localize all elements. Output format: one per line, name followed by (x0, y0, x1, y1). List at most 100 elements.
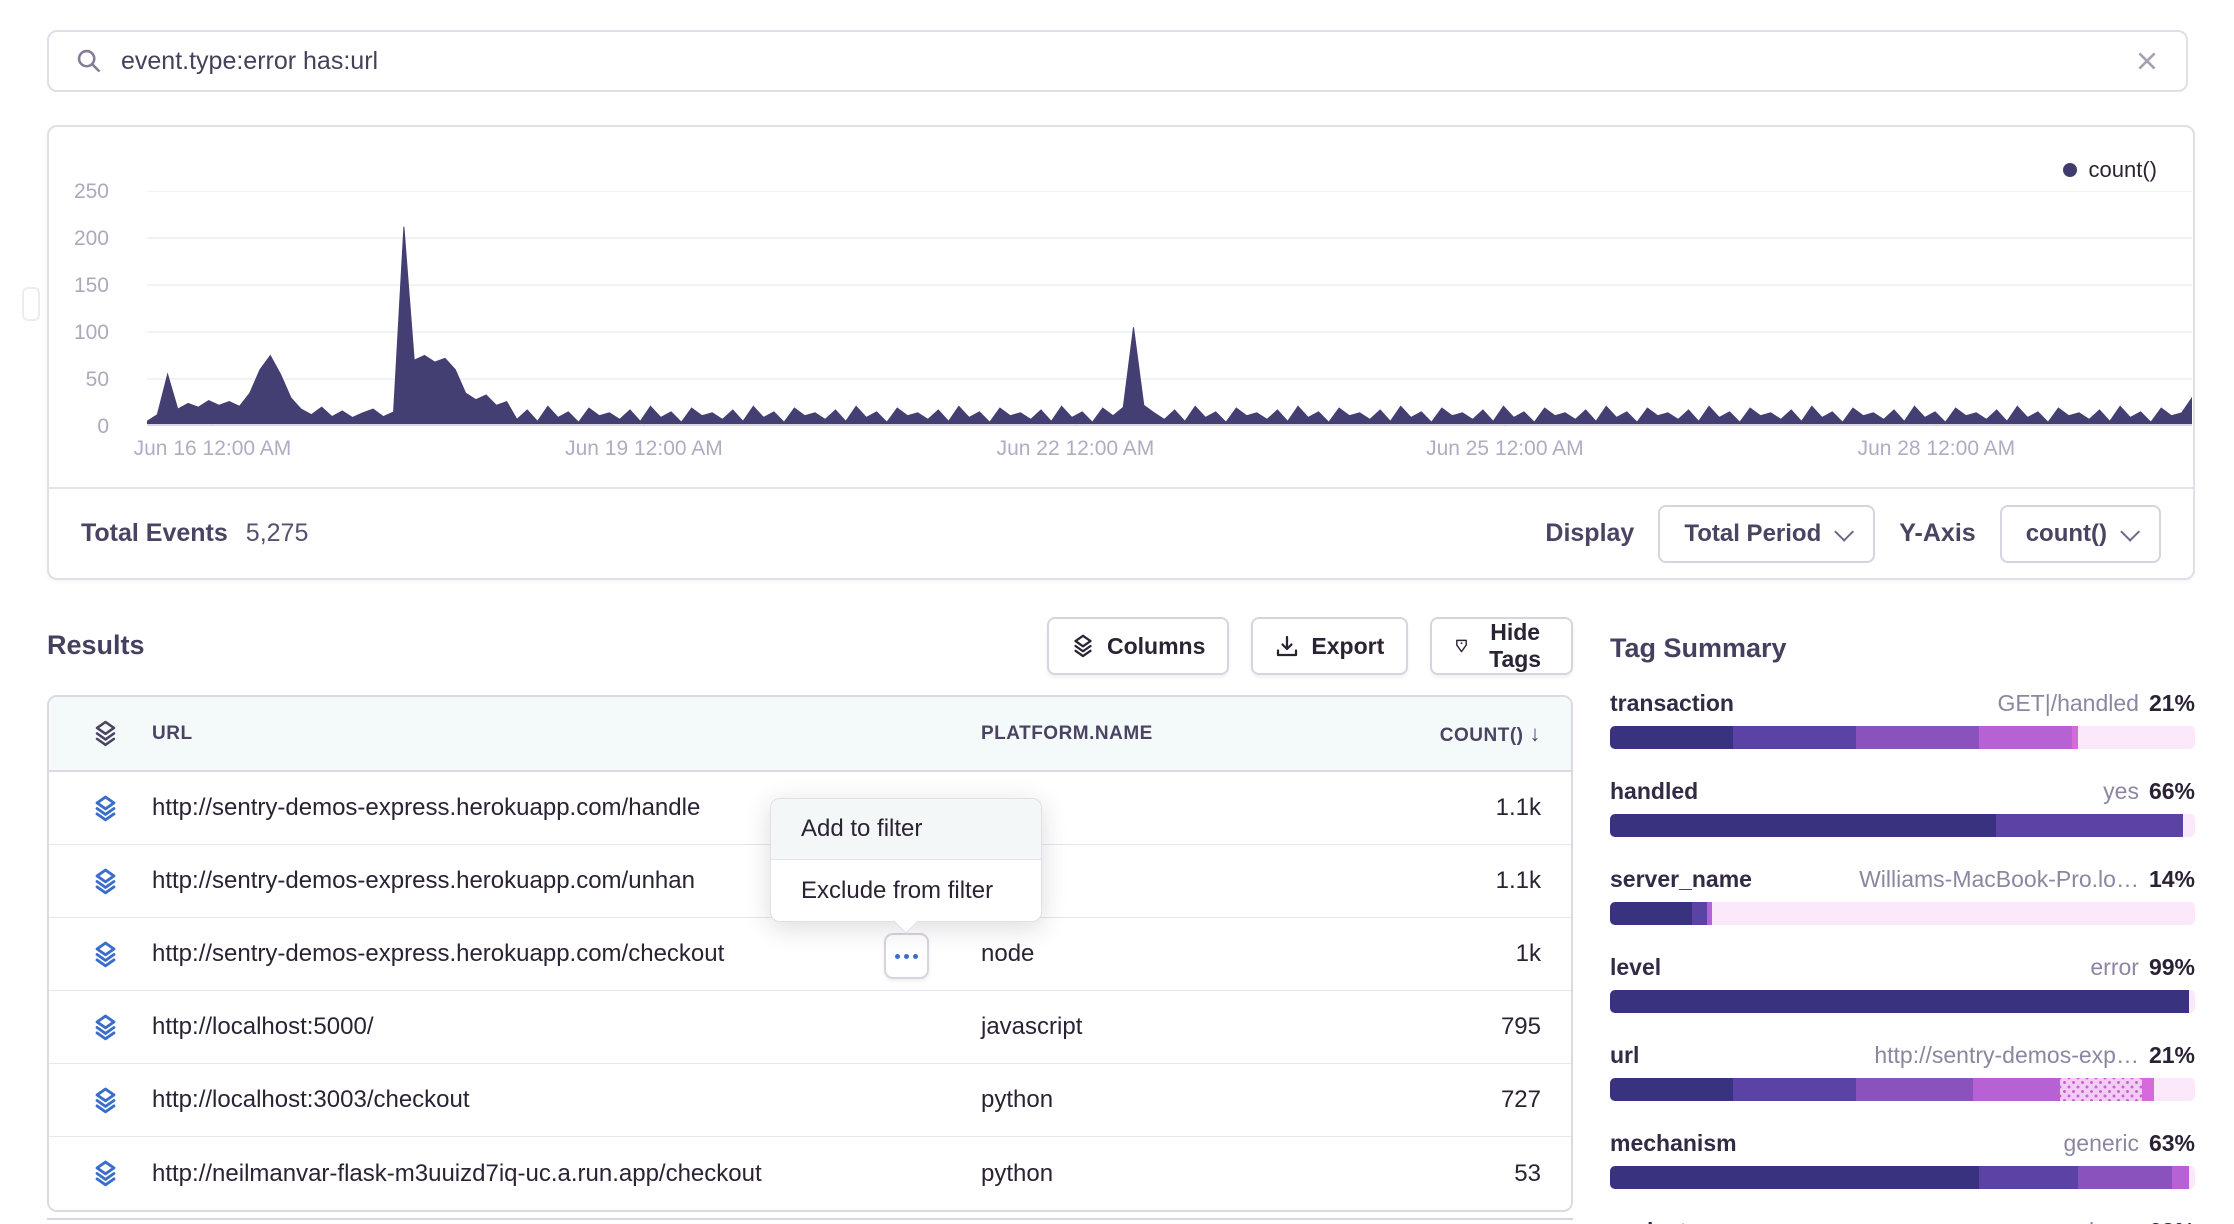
tag-bar-segment[interactable] (2078, 726, 2195, 749)
tag-bar-segment[interactable] (1610, 902, 1692, 925)
tag-bar-segment[interactable] (1856, 726, 1979, 749)
events-chart-panel: count() 050100150200250 Jun 16 12:00 AMJ… (47, 125, 2195, 580)
columns-button[interactable]: Columns (1047, 617, 1229, 675)
x-tick-label: Jun 16 12:00 AM (134, 437, 292, 461)
tag-bar-segment[interactable] (2078, 1166, 2172, 1189)
cell-action-menu: Add to filter Exclude from filter (770, 798, 1042, 922)
cell-actions-button[interactable] (884, 933, 929, 979)
tag-bar-segment[interactable] (1856, 1078, 1973, 1101)
table-row[interactable]: http://sentry-demos-express.herokuapp.co… (49, 918, 1571, 991)
column-header-count[interactable]: COUNT()↓ (1411, 721, 1571, 747)
row-platform[interactable]: python (981, 1160, 1411, 1188)
y-axis-select[interactable]: count() (2000, 505, 2161, 563)
row-count[interactable]: 1.1k (1411, 867, 1571, 895)
tag-distribution-bar[interactable] (1610, 902, 2195, 925)
y-tick-label: 50 (37, 368, 109, 392)
tag-bar-segment[interactable] (2060, 1078, 2142, 1101)
tag-bar-segment[interactable] (1610, 1166, 1979, 1189)
export-button[interactable]: Export (1251, 617, 1408, 675)
tag-distribution-bar[interactable] (1610, 990, 2195, 1013)
tag-bar-segment[interactable] (2172, 1166, 2190, 1189)
tag-row: mechanism generic 63% (1610, 1130, 2195, 1189)
table-row[interactable]: http://localhost:5000/ javascript 795 (49, 991, 1571, 1064)
row-count[interactable]: 1k (1411, 940, 1571, 968)
legend-label: count() (2089, 157, 2157, 183)
x-tick-label: Jun 19 12:00 AM (565, 437, 723, 461)
tag-bar-segment[interactable] (1979, 726, 2073, 749)
row-count[interactable]: 727 (1411, 1086, 1571, 1114)
column-header-url[interactable]: URL (152, 723, 981, 745)
tag-row: server_name Williams-MacBook-Pro.lo… 14% (1610, 866, 2195, 925)
dot-icon (904, 954, 909, 959)
row-count[interactable]: 53 (1411, 1160, 1571, 1188)
tag-row: url http://sentry-demos-exp… 21% (1610, 1042, 2195, 1101)
tag-bar-segment[interactable] (2183, 814, 2195, 837)
tag-bar-segment[interactable] (2142, 1078, 2154, 1101)
row-url[interactable]: http://localhost:3003/checkout (152, 1086, 981, 1114)
tag-bar-segment[interactable] (1733, 1078, 1856, 1101)
tag-name: server_name (1610, 866, 1752, 893)
stack-icon (92, 1160, 119, 1187)
tag-summary-panel: Tag Summary transaction GET|/handled 21%… (1610, 633, 2195, 1224)
tag-bar-segment[interactable] (2189, 990, 2195, 1013)
tag-distribution-bar[interactable] (1610, 1078, 2195, 1101)
count-header-label: COUNT() (1440, 725, 1524, 746)
tag-distribution-bar[interactable] (1610, 1166, 2195, 1189)
tag-distribution-bar[interactable] (1610, 814, 2195, 837)
tag-distribution-bar[interactable] (1610, 726, 2195, 749)
y-tick-label: 0 (37, 415, 109, 439)
discover-page: count() 050100150200250 Jun 16 12:00 AMJ… (0, 0, 2234, 1224)
tag-bar-segment[interactable] (1733, 726, 1856, 749)
clear-search-icon[interactable] (2134, 48, 2160, 74)
column-header-platform[interactable]: PLATFORM.NAME (981, 723, 1411, 745)
tag-bar-segment[interactable] (1610, 726, 1733, 749)
chart-legend[interactable]: count() (2063, 157, 2157, 183)
tag-summary-title: Tag Summary (1610, 633, 2195, 664)
tag-bar-segment[interactable] (1973, 1078, 2061, 1101)
row-url[interactable]: http://localhost:5000/ (152, 1013, 981, 1041)
tag-bar-segment[interactable] (1610, 990, 2189, 1013)
search-bar (47, 30, 2188, 92)
header-stack-icon-cell[interactable] (49, 720, 152, 747)
dot-icon (895, 954, 900, 959)
tag-top-percentage: 21% (2149, 690, 2195, 717)
menu-item-add-to-filter[interactable]: Add to filter (771, 799, 1041, 860)
hide-tags-button[interactable]: Hide Tags (1430, 617, 1573, 675)
y-tick-label: 250 (37, 180, 109, 204)
tag-bar-segment[interactable] (1996, 814, 2183, 837)
y-axis-select-value: count() (2026, 520, 2107, 548)
tag-top-percentage: 14% (2149, 866, 2195, 893)
chevron-down-icon (2120, 521, 2140, 541)
tag-bar-segment[interactable] (1692, 902, 1707, 925)
tag-bar-segment[interactable] (1979, 1166, 2078, 1189)
tag-bar-segment[interactable] (1610, 814, 1996, 837)
search-input[interactable] (121, 47, 2116, 76)
row-url[interactable]: http://neilmanvar-flask-m3uuizd7iq-uc.a.… (152, 1160, 981, 1188)
tag-top-value: error (2090, 954, 2139, 981)
tag-bar-segment[interactable] (2154, 1078, 2195, 1101)
tag-top-value: express-demo (1993, 1218, 2139, 1224)
row-url[interactable]: http://sentry-demos-express.herokuapp.co… (152, 940, 981, 968)
row-platform[interactable]: python (981, 1086, 1411, 1114)
stack-icon (92, 1087, 119, 1114)
row-platform[interactable]: node (981, 940, 1411, 968)
row-platform[interactable]: javascript (981, 1013, 1411, 1041)
results-table-header: URL PLATFORM.NAME COUNT()↓ (49, 697, 1571, 772)
tag-row: level error 99% (1610, 954, 2195, 1013)
export-button-label: Export (1311, 633, 1384, 660)
tag-bar-segment[interactable] (2189, 1166, 2195, 1189)
display-select[interactable]: Total Period (1658, 505, 1875, 563)
y-tick-label: 150 (37, 274, 109, 298)
stack-icon (92, 941, 119, 968)
tag-top-value: generic (2064, 1130, 2139, 1157)
events-area-chart[interactable] (147, 191, 2192, 426)
tag-bar-segment[interactable] (1712, 902, 2195, 925)
row-count[interactable]: 795 (1411, 1013, 1571, 1041)
tag-row: project express-demo 63% (1610, 1218, 2195, 1224)
table-row[interactable]: http://neilmanvar-flask-m3uuizd7iq-uc.a.… (49, 1137, 1571, 1210)
hide-tags-button-label: Hide Tags (1481, 619, 1549, 673)
row-count[interactable]: 1.1k (1411, 794, 1571, 822)
table-row[interactable]: http://localhost:3003/checkout python 72… (49, 1064, 1571, 1137)
tag-bar-segment[interactable] (1610, 1078, 1733, 1101)
tag-top-percentage: 99% (2149, 954, 2195, 981)
